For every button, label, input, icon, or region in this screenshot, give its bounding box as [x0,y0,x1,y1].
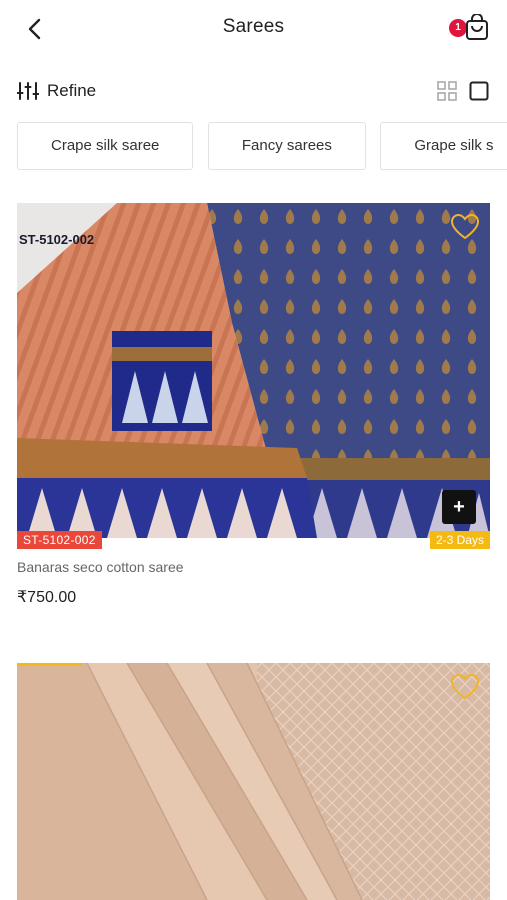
refine-button[interactable]: Refine [17,78,96,104]
category-chip[interactable]: Grape silk s [380,122,507,170]
add-to-cart-button[interactable]: + [442,490,476,524]
plus-icon: + [453,496,465,518]
product-image[interactable]: ST-5102-002 + [17,203,490,538]
heart-icon [450,673,480,700]
cart-button[interactable]: 1 [449,14,491,44]
product-card[interactable]: ST-5102-002 + ST-5102-002 2-3 Days Banar… [17,203,490,606]
category-chip-list: Crape silk saree Fancy sarees Grape silk… [17,122,507,170]
category-chip[interactable]: Fancy sarees [207,122,366,170]
list-toolbar: Refine [0,74,507,108]
single-view-icon [469,81,489,101]
product-image[interactable] [17,663,490,900]
app-header: Sarees 1 [0,0,507,58]
grid-view-button[interactable] [437,81,457,101]
saree-photo [17,663,490,900]
grid-view-icon [437,81,457,101]
favorite-button[interactable] [450,213,480,241]
sku-tag: ST-5102-002 [17,531,102,549]
sliders-icon [17,82,39,100]
single-view-button[interactable] [469,81,489,101]
favorite-button[interactable] [450,673,480,701]
category-chip[interactable]: Crape silk saree [17,122,194,170]
heart-icon [450,213,480,240]
image-product-code: ST-5102-002 [19,232,95,247]
shopping-bag-icon [466,14,488,40]
saree-photo [17,203,490,538]
product-name[interactable]: Banaras seco cotton saree [17,559,184,575]
refine-label: Refine [47,81,97,100]
page-title: Sarees [222,16,285,37]
delivery-time-tag: 2-3 Days [429,531,490,549]
product-price: ₹750.00 [17,589,77,606]
product-card[interactable] [17,663,490,900]
